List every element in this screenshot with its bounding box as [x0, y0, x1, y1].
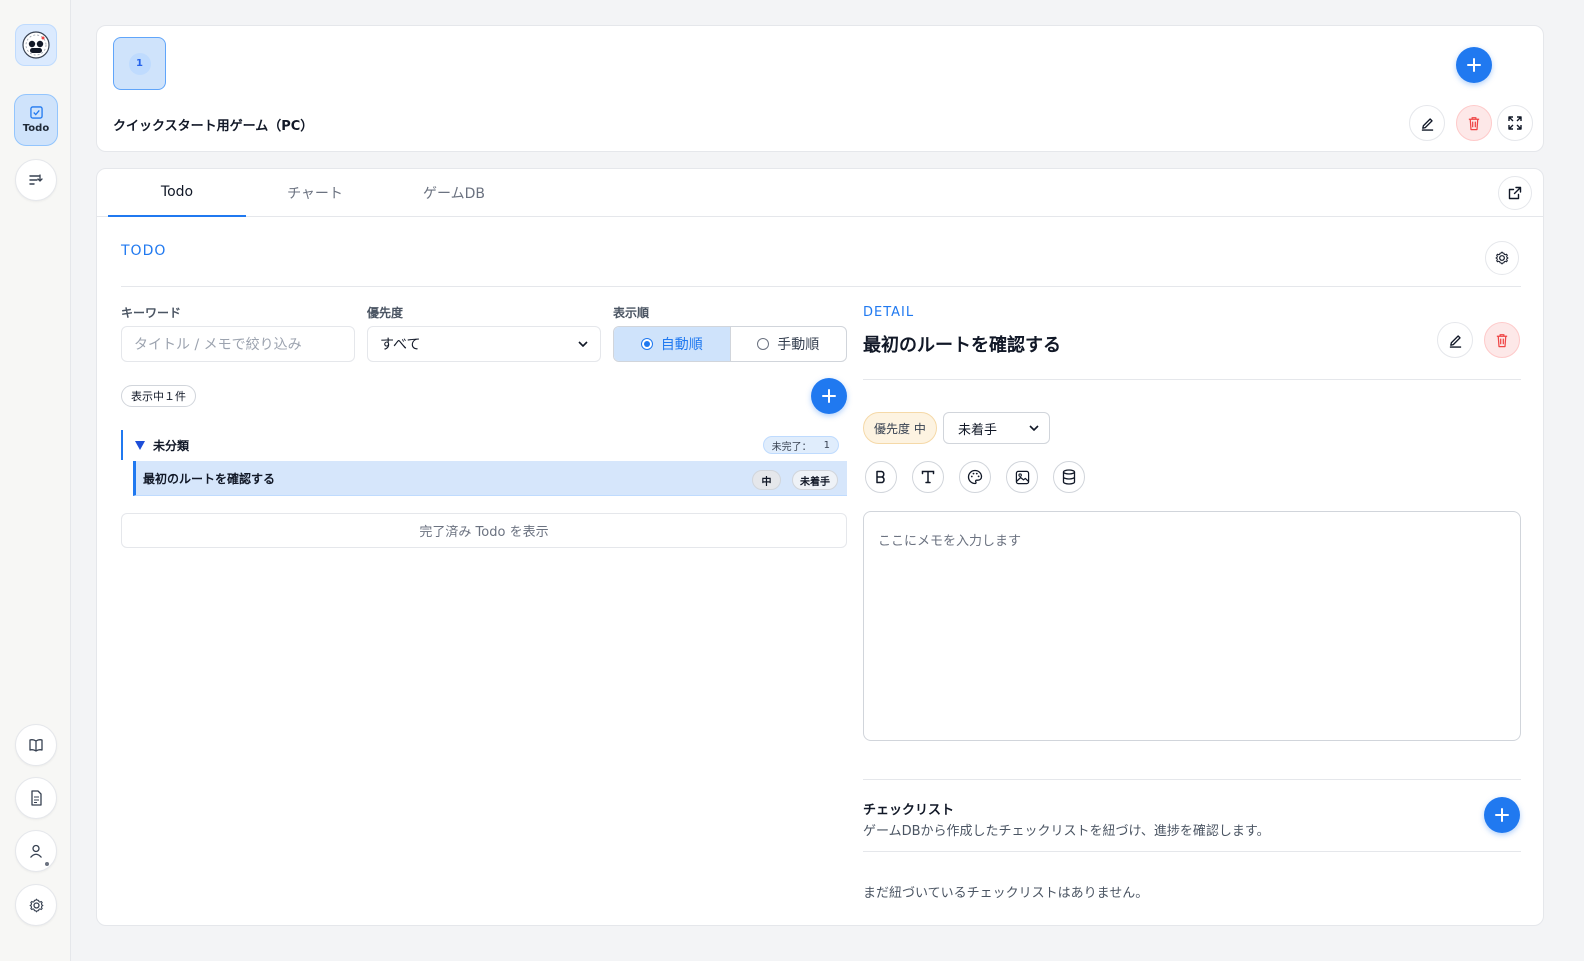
memo-textarea[interactable]: ここにメモを入力します [863, 511, 1521, 741]
main-panel: Todo チャート ゲームDB TODO キーワード タイトル / メモで絞り込… [96, 168, 1544, 926]
detail-status-value: 未着手 [958, 422, 998, 438]
show-completed-button[interactable]: 完了済み Todo を表示 [121, 513, 847, 548]
game-header-card: 1 クイックスタート用ゲーム（PC） [96, 25, 1544, 152]
delete-todo-button[interactable] [1484, 322, 1520, 358]
filter-list-icon [29, 174, 43, 185]
todo-group-header[interactable]: 未分類 未完了： 1 [121, 430, 847, 460]
gear-icon [29, 898, 43, 912]
divider [863, 779, 1521, 780]
chevron-down-icon [1029, 425, 1039, 431]
user-icon [30, 844, 42, 858]
edit-game-button[interactable] [1409, 105, 1445, 141]
pencil-icon [1449, 334, 1461, 348]
insert-image-button[interactable] [1006, 461, 1038, 493]
add-todo-button[interactable] [811, 378, 847, 414]
checklist-empty-message: まだ紐づいているチェックリストはありません。 [863, 886, 1149, 901]
sidebar-item-todo-label: Todo [22, 123, 50, 134]
sidebar-item-guide[interactable] [15, 724, 57, 766]
todo-item-title: 最初のルートを確認する [143, 471, 276, 486]
fullscreen-button[interactable] [1497, 105, 1533, 141]
radio-icon [640, 338, 653, 350]
keyword-label: キーワード [121, 306, 182, 320]
book-icon [29, 739, 43, 752]
checklist-description: ゲームDBから作成したチェックリストを紐づけ、進捗を確認します。 [863, 824, 1270, 839]
plus-icon [1467, 58, 1481, 72]
game-tile[interactable]: 1 [113, 37, 166, 90]
plus-icon [822, 389, 836, 403]
order-toggle: 自動順 手動順 [613, 326, 847, 362]
sidebar: Todo [0, 0, 71, 961]
incomplete-count-badge: 未完了： 1 [762, 436, 839, 454]
add-game-button[interactable] [1456, 47, 1492, 83]
sidebar-item-docs[interactable] [15, 777, 57, 819]
insert-db-button[interactable] [1053, 461, 1085, 493]
tab-game-db[interactable]: ゲームDB [385, 169, 523, 217]
todo-section-label: TODO [121, 243, 167, 259]
priority-select[interactable]: すべて [367, 326, 601, 362]
keyword-input[interactable]: タイトル / メモで絞り込み [121, 326, 355, 362]
detail-priority-chip: 優先度 中 [863, 412, 937, 444]
todo-settings-button[interactable] [1485, 241, 1519, 275]
order-auto-option[interactable]: 自動順 [614, 327, 730, 361]
todo-item-status-badge: 未着手 [792, 470, 838, 490]
todo-group-name: 未分類 [153, 438, 190, 453]
palette-icon [967, 469, 983, 485]
document-icon [31, 790, 42, 806]
status-dot [44, 861, 50, 867]
delete-game-button[interactable] [1456, 105, 1492, 141]
tab-bar: Todo チャート ゲームDB [97, 169, 1543, 217]
game-tile-number: 1 [128, 52, 151, 75]
color-button[interactable] [959, 461, 991, 493]
divider [121, 286, 1521, 287]
todo-item-priority-badge: 中 [752, 470, 781, 490]
order-manual-option[interactable]: 手動順 [729, 327, 847, 361]
todo-item[interactable]: 最初のルートを確認する 中 未着手 [133, 461, 847, 496]
checklist-title: チェックリスト [863, 803, 955, 818]
external-link-icon [1508, 186, 1522, 200]
incomplete-count: 1 [823, 439, 830, 451]
trash-icon [1468, 116, 1480, 130]
open-external-button[interactable] [1498, 176, 1532, 210]
bold-button[interactable] [865, 461, 897, 493]
order-auto-label: 自動順 [660, 337, 703, 353]
collapse-triangle-icon [135, 440, 145, 450]
game-title: クイックスタート用ゲーム（PC） [113, 119, 314, 134]
add-checklist-button[interactable] [1484, 797, 1520, 833]
trash-icon [1496, 333, 1508, 347]
showing-count-badge: 表示中１件 [121, 385, 196, 407]
sidebar-item-filter[interactable] [15, 159, 57, 201]
chevron-down-icon [578, 341, 588, 347]
sidebar-item-account[interactable] [15, 830, 57, 872]
checkbox-icon [29, 106, 43, 119]
expand-icon [1508, 116, 1522, 130]
sidebar-item-settings[interactable] [15, 884, 57, 926]
priority-label: 優先度 [367, 306, 404, 320]
sidebar-item-todo[interactable]: Todo [14, 94, 58, 146]
text-icon [921, 470, 935, 484]
divider [863, 851, 1521, 852]
incomplete-label: 未完了： [771, 441, 812, 453]
pencil-icon [1421, 117, 1433, 131]
detail-title: 最初のルートを確認する [863, 335, 1061, 356]
priority-select-value: すべて [380, 337, 421, 353]
game-avatar-logo-icon [22, 31, 50, 59]
detail-section-label: DETAIL [863, 305, 915, 320]
radio-icon [757, 338, 770, 350]
tab-chart[interactable]: チャート [246, 169, 384, 217]
tab-todo[interactable]: Todo [108, 169, 246, 217]
divider [863, 379, 1521, 380]
order-manual-label: 手動順 [777, 337, 820, 353]
order-label: 表示順 [613, 306, 650, 320]
text-button[interactable] [912, 461, 944, 493]
image-icon [1015, 470, 1029, 484]
gear-icon [1495, 251, 1509, 265]
detail-status-select[interactable]: 未着手 [943, 412, 1050, 444]
plus-icon [1495, 808, 1509, 822]
database-icon [1062, 469, 1076, 485]
edit-todo-button[interactable] [1437, 322, 1473, 358]
bold-icon [876, 470, 885, 484]
app-logo[interactable] [15, 24, 57, 66]
